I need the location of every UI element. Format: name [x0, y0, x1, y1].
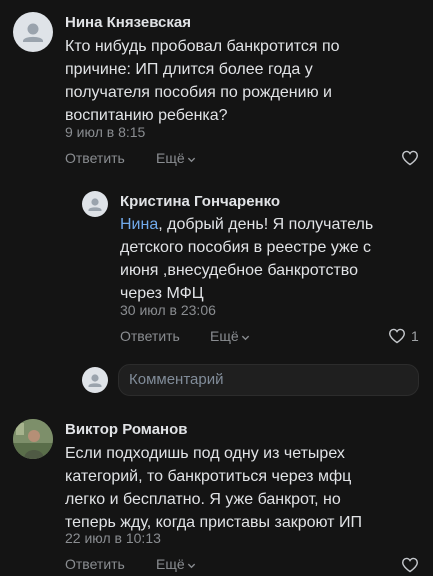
more-label: Ещё	[156, 150, 185, 166]
comment-input[interactable]: Комментарий	[118, 364, 419, 396]
comment-author[interactable]: Кристина Гончаренко	[120, 193, 280, 210]
chevron-down-icon	[241, 335, 249, 341]
more-label: Ещё	[156, 556, 185, 572]
avatar[interactable]	[13, 419, 53, 459]
chevron-down-icon	[187, 157, 195, 163]
avatar[interactable]	[82, 191, 108, 217]
comment-text-segment: , добрый день! Я получатель	[158, 216, 374, 233]
mention-link[interactable]: Нина	[120, 216, 158, 233]
comment-text-line: Нина, добрый день! Я получатель	[120, 213, 420, 236]
heart-icon[interactable]	[388, 328, 406, 344]
like-count: 1	[411, 328, 419, 344]
comment-input-placeholder: Комментарий	[129, 371, 224, 388]
more-button[interactable]: Ещё	[156, 556, 196, 572]
comment-timestamp[interactable]: 30 июл в 23:06	[120, 302, 216, 318]
comment-text-line: получателя пособия по рождению и	[65, 84, 332, 101]
comment-text-line: детского пособия в реестре уже с	[120, 239, 372, 256]
more-button[interactable]: Ещё	[210, 328, 250, 344]
comment-author[interactable]: Нина Князевская	[65, 14, 191, 31]
reply-button[interactable]: Ответить	[65, 150, 125, 166]
comment-timestamp[interactable]: 9 июл в 8:15	[65, 124, 145, 140]
comment-text: Если подходишь под одну из четырех катег…	[65, 442, 425, 534]
user-avatar-icon	[88, 198, 102, 211]
comment-text: Нина, добрый день! Я получатель детского…	[120, 213, 420, 305]
comment-timestamp[interactable]: 22 июл в 10:13	[65, 530, 161, 546]
reply-button[interactable]: Ответить	[120, 328, 180, 344]
reply-button[interactable]: Ответить	[65, 556, 125, 572]
comment-text-line: категорий, то банкротиться через мфц	[65, 468, 352, 485]
comment-text-line: июня ,внесудебное банкротство	[120, 262, 358, 279]
heart-icon[interactable]	[401, 150, 419, 166]
chevron-down-icon	[187, 563, 195, 569]
user-avatar-icon	[23, 23, 43, 42]
heart-icon[interactable]	[401, 557, 419, 573]
avatar[interactable]	[13, 12, 53, 52]
avatar	[82, 367, 108, 393]
user-photo-avatar	[13, 419, 53, 459]
comment-text-line: причине: ИП длится более года у	[65, 61, 313, 78]
comment-text: Кто нибудь пробовал банкротится по причи…	[65, 35, 425, 127]
comment-text-line: Кто нибудь пробовал банкротится по	[65, 38, 340, 55]
user-avatar-icon	[88, 374, 102, 387]
comment-text-line: Если подходишь под одну из четырех	[65, 445, 345, 462]
comment-text-line: легко и бесплатно. Я уже банкрот, но	[65, 491, 341, 508]
more-label: Ещё	[210, 328, 239, 344]
comment-author[interactable]: Виктор Романов	[65, 421, 187, 438]
more-button[interactable]: Ещё	[156, 150, 196, 166]
